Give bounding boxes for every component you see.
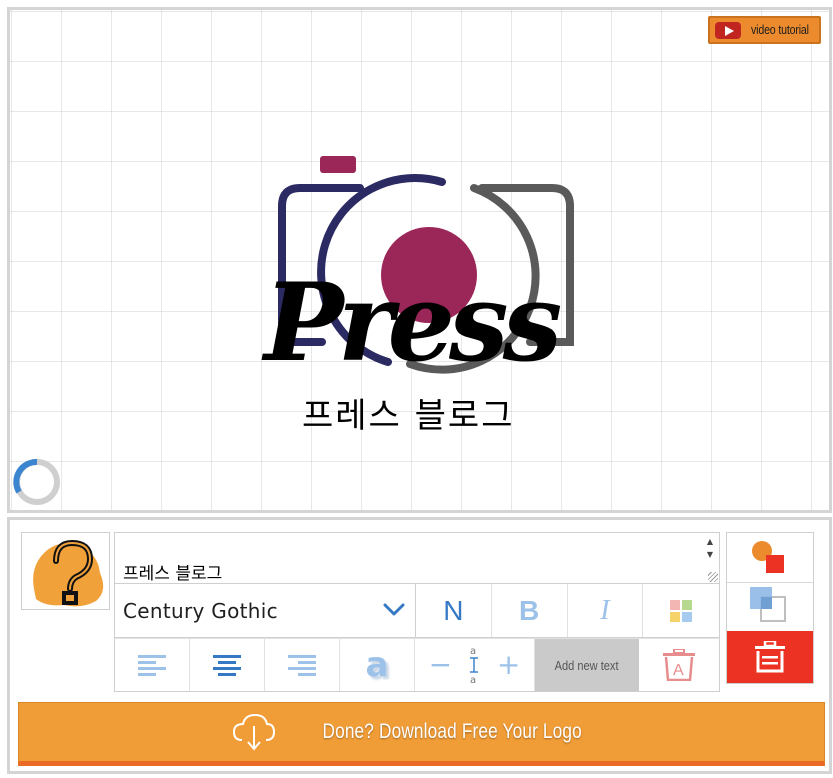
duplicate-layer-button[interactable] (727, 583, 813, 631)
decrease-spacing-button[interactable]: − (429, 651, 452, 679)
trash-icon (755, 641, 785, 673)
add-shape-button[interactable] (727, 533, 813, 583)
loading-spinner-icon (13, 459, 60, 505)
video-tutorial-button[interactable]: video tutorial (708, 16, 821, 44)
camera-viewfinder (320, 156, 356, 173)
increase-spacing-button[interactable]: + (497, 651, 520, 679)
question-mark-character-icon[interactable] (21, 532, 110, 610)
logo-title-text[interactable]: Press (264, 258, 587, 388)
download-logo-label: Done? Download Free Your Logo (322, 720, 583, 743)
align-left-button[interactable] (115, 639, 190, 691)
align-right-button[interactable] (265, 639, 340, 691)
cloud-download-icon (233, 713, 276, 751)
logo-subtitle-text[interactable]: 프레스 블로그 (302, 388, 552, 437)
text-editor-panel: 프레스 블로그 ▲ ▼ Century Gothic N B I a − a a… (7, 517, 832, 774)
scroll-up-arrow-icon[interactable]: ▲ (705, 537, 715, 547)
font-family-select[interactable]: Century Gothic (115, 584, 416, 637)
normal-style-button[interactable]: N (416, 584, 492, 637)
alignment-toolbar: a − a a + Add new text A (114, 638, 720, 692)
svg-text:a: a (470, 646, 476, 657)
svg-text:a: a (470, 675, 476, 685)
logo-text-input[interactable]: 프레스 블로그 ▲ ▼ (114, 532, 720, 584)
text-shadow-button[interactable]: a (340, 639, 415, 691)
color-palette-icon (670, 599, 693, 622)
logo-canvas[interactable]: video tutorial Press 프레스 블로그 (7, 7, 832, 513)
text-color-button[interactable] (643, 584, 719, 637)
logo-text-value[interactable]: 프레스 블로그 (123, 559, 222, 584)
delete-element-button[interactable] (727, 631, 813, 683)
delete-text-icon: A (663, 649, 695, 681)
align-right-icon (288, 655, 316, 676)
align-left-icon (138, 655, 166, 676)
add-new-text-button[interactable]: Add new text (535, 639, 639, 691)
line-height-icon: a a (470, 646, 479, 685)
add-new-text-label: Add new text (555, 657, 619, 673)
font-style-toolbar: Century Gothic N B I (114, 584, 720, 638)
line-spacing-control: − a a + (415, 639, 535, 691)
duplicate-layer-icon (750, 587, 786, 622)
add-shape-icon (752, 541, 784, 573)
delete-text-button[interactable]: A (639, 639, 719, 691)
bold-button[interactable]: B (492, 584, 568, 637)
download-logo-button[interactable]: Done? Download Free Your Logo (18, 702, 825, 766)
font-family-value: Century Gothic (123, 599, 278, 623)
resize-grip-icon[interactable] (708, 572, 718, 582)
align-center-icon (213, 655, 241, 676)
chevron-down-icon (383, 603, 405, 616)
video-tutorial-label: video tutorial (750, 23, 809, 37)
youtube-play-icon (715, 21, 741, 39)
italic-button[interactable]: I (568, 584, 644, 637)
scroll-down-arrow-icon[interactable]: ▼ (705, 550, 715, 560)
text-shadow-icon: a (365, 645, 389, 685)
align-center-button[interactable] (190, 639, 265, 691)
svg-text:A: A (673, 662, 684, 679)
element-actions-panel (726, 532, 814, 684)
